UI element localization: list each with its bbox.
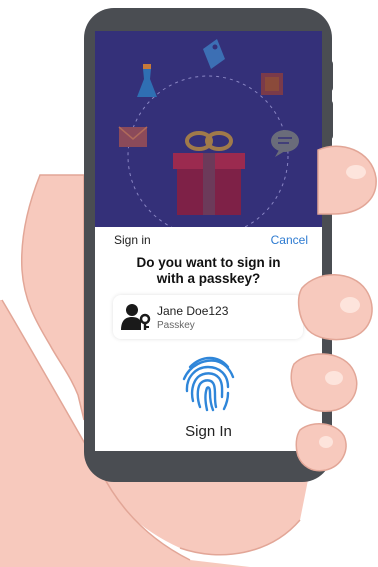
prompt-line: Do you want to sign in [136,255,281,270]
passkey-sheet: Sign in Cancel Do you want to sign in wi… [95,227,322,451]
hero-illustration [95,31,322,227]
cancel-button[interactable]: Cancel [271,233,308,247]
sign-in-title: Sign In [185,423,232,440]
phone-side-button [324,100,333,140]
user-key-icon [121,304,151,330]
account-card[interactable]: Jane Doe123 Passkey [113,295,303,339]
phone-screen: Sign in Cancel Do you want to sign in wi… [95,31,322,451]
envelope-icon [118,126,148,147]
box-icon [261,73,283,95]
account-type: Passkey [157,320,195,331]
phone-side-button [324,60,333,92]
chat-bubble-icon [271,130,299,157]
dress-icon [137,64,157,97]
passkey-prompt: Do you want to sign in with a passkey? [95,255,322,287]
tag-icon [203,39,225,69]
sheet-header: Sign in Cancel [95,233,322,249]
prompt-line: with a passkey? [156,271,261,286]
account-name: Jane Doe123 [157,304,229,318]
gift-icon [173,131,245,215]
fingerprint-icon[interactable] [178,353,238,413]
sheet-header-title: Sign in [114,233,151,247]
